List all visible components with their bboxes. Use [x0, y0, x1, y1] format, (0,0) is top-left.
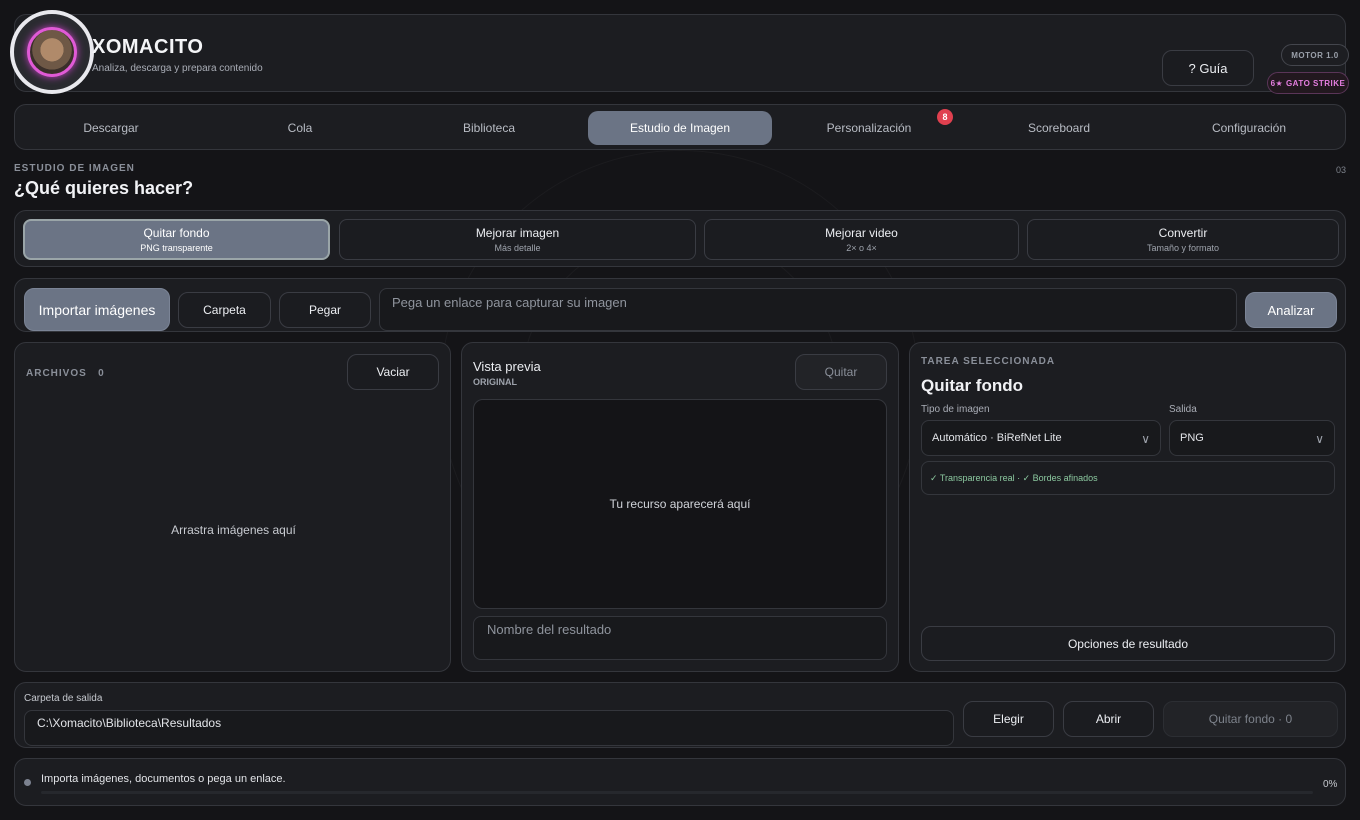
url-input[interactable]: Pega un enlace para capturar su imagen [379, 288, 1237, 331]
tab-configuracion[interactable]: Configuración [1157, 111, 1341, 145]
import-images-button[interactable]: Importar imágenes [24, 288, 170, 331]
chevron-down-icon: ∨ [1315, 432, 1324, 446]
app-header: ? Guía MOTOR 1.0 6★ GATO STRIKE [14, 14, 1349, 94]
notification-badge: 8 [937, 109, 953, 125]
preview-panel: Vista previa ORIGINAL Quitar Tu recurso … [461, 342, 899, 672]
output-format-label: Salida [1169, 404, 1197, 415]
image-type-label: Tipo de imagen [921, 404, 990, 415]
task-mejorar-video[interactable]: Mejorar video 2× o 4× [704, 219, 1019, 260]
files-panel: ARCHIVOS 0 Vaciar Arrastra imágenes aquí [14, 342, 451, 672]
output-format-select[interactable]: PNG ∨ [1169, 420, 1335, 456]
selected-task-panel: TAREA SELECCIONADA Quitar fondo Tipo de … [909, 342, 1346, 672]
image-type-value: Automático · BiRefNet Lite [932, 432, 1062, 444]
preview-title: Vista previa [473, 359, 541, 374]
task-title: Convertir [1158, 226, 1208, 240]
task-subtitle: 2× o 4× [846, 243, 877, 253]
output-folder-input[interactable]: C:\Xomacito\Biblioteca\Resultados [24, 710, 954, 746]
output-folder-bar: Carpeta de salida C:\Xomacito\Biblioteca… [14, 682, 1346, 748]
run-task-button[interactable]: Quitar fondo · 0 [1163, 701, 1338, 737]
preview-subtitle: ORIGINAL [473, 377, 517, 387]
files-title-label: ARCHIVOS [26, 368, 87, 379]
clear-files-button[interactable]: Vaciar [347, 354, 439, 390]
preview-canvas[interactable]: Tu recurso aparecerá aquí [473, 399, 887, 609]
progress-label: 0% [1323, 779, 1338, 790]
section-kicker: ESTUDIO DE IMAGEN [14, 163, 135, 174]
image-type-select[interactable]: Automático · BiRefNet Lite ∨ [921, 420, 1161, 456]
task-subtitle: PNG transparente [140, 243, 213, 253]
task-title: Mejorar imagen [475, 226, 560, 240]
status-dot-icon [24, 779, 31, 786]
tab-descargar[interactable]: Descargar [19, 111, 203, 145]
tab-personalizacion[interactable]: Personalización [777, 111, 961, 145]
remove-preview-button[interactable]: Quitar [795, 354, 887, 390]
files-count: 0 [98, 368, 105, 379]
import-bar: Importar imágenes Carpeta Pegar Pega un … [14, 278, 1346, 332]
result-options-button[interactable]: Opciones de resultado [921, 626, 1335, 661]
task-title: Quitar fondo [143, 226, 210, 240]
task-subtitle: Más detalle [494, 243, 541, 253]
tab-estudio-de-imagen[interactable]: Estudio de Imagen [588, 111, 772, 145]
result-name-input[interactable]: Nombre del resultado [473, 616, 887, 660]
status-message: Importa imágenes, documentos o pega un e… [41, 773, 286, 785]
folder-button[interactable]: Carpeta [178, 292, 271, 328]
main-tabs: Descargar Cola Biblioteca Estudio de Ima… [14, 104, 1346, 150]
choose-folder-button[interactable]: Elegir [963, 701, 1054, 737]
progress-bar [41, 791, 1313, 794]
section-number: 03 [1336, 165, 1347, 175]
tab-biblioteca[interactable]: Biblioteca [397, 111, 581, 145]
gato-strike-badge[interactable]: 6★ GATO STRIKE [1267, 72, 1349, 94]
task-title: Mejorar video [825, 226, 898, 240]
app-subtitle: Analiza, descarga y prepara contenido [92, 63, 263, 74]
status-bar: Importa imágenes, documentos o pega un e… [14, 758, 1346, 806]
app-title: XOMACITO [92, 36, 204, 58]
motor-version-badge: MOTOR 1.0 [1281, 44, 1349, 66]
avatar[interactable] [10, 10, 94, 94]
task-convertir[interactable]: Convertir Tamaño y formato [1027, 219, 1339, 260]
files-dropzone[interactable]: Arrastra imágenes aquí [15, 523, 452, 537]
paste-button[interactable]: Pegar [279, 292, 371, 328]
analyze-button[interactable]: Analizar [1245, 292, 1337, 328]
guide-button[interactable]: ? Guía [1162, 50, 1254, 86]
task-features: ✓ Transparencia real · ✓ Bordes afinados [921, 461, 1335, 495]
task-subtitle: Tamaño y formato [1146, 243, 1220, 253]
page-title: ¿Qué quieres hacer? [14, 178, 194, 198]
task-selector: Quitar fondo PNG transparente Mejorar im… [14, 210, 1346, 267]
cat-avatar-icon [27, 27, 77, 77]
task-mejorar-imagen[interactable]: Mejorar imagen Más detalle [339, 219, 696, 260]
chevron-down-icon: ∨ [1141, 432, 1150, 446]
open-folder-button[interactable]: Abrir [1063, 701, 1154, 737]
output-folder-label: Carpeta de salida [24, 693, 103, 704]
tab-cola[interactable]: Cola [208, 111, 392, 145]
output-format-value: PNG [1180, 432, 1204, 444]
task-panel-kicker: TAREA SELECCIONADA [921, 356, 1056, 367]
task-quitar-fondo[interactable]: Quitar fondo PNG transparente [23, 219, 330, 260]
files-title: ARCHIVOS 0 [26, 368, 105, 379]
tab-scoreboard[interactable]: Scoreboard [967, 111, 1151, 145]
task-panel-title: Quitar fondo [921, 376, 1023, 395]
